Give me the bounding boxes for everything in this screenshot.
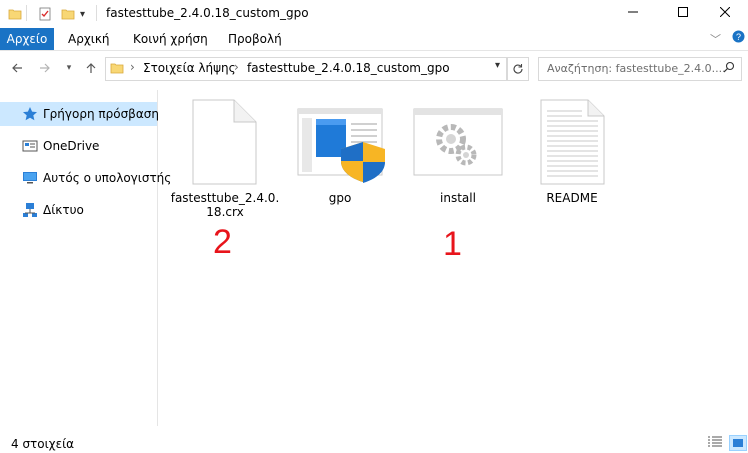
gpo-policy-icon <box>285 97 395 189</box>
onedrive-icon <box>22 138 38 154</box>
quick-access-divider <box>26 5 27 21</box>
sidebar-item-label: Αυτός ο υπολογιστής <box>43 171 172 185</box>
annotation-number-1: 1 <box>443 225 462 263</box>
tab-view[interactable]: Προβολή <box>228 28 282 50</box>
file-name: install <box>440 191 476 205</box>
search-placeholder: Αναζήτηση: fastesttube_2.4.0.... <box>547 62 726 75</box>
refresh-icon <box>513 64 523 74</box>
install-settings-icon <box>403 97 513 189</box>
svg-text:?: ? <box>736 32 741 42</box>
details-view-icon[interactable] <box>707 435 723 449</box>
sidebar-item-this-pc[interactable]: Αυτός ο υπολογιστής <box>0 166 171 190</box>
breadcrumb-chevron-icon[interactable]: › <box>130 60 135 74</box>
up-arrow-icon <box>86 63 96 73</box>
search-input[interactable]: Αναζήτηση: fastesttube_2.4.0.... <box>538 57 742 81</box>
customize-quick-access-icon[interactable]: ▾ <box>80 5 85 23</box>
address-bar[interactable]: › Στοιχεία λήψης › fastesttube_2.4.0.18_… <box>105 57 507 81</box>
up-button[interactable] <box>82 59 100 77</box>
sidebar-item-onedrive[interactable]: OneDrive <box>0 134 157 158</box>
properties-icon[interactable] <box>38 5 52 23</box>
sidebar-item-label: Δίκτυο <box>43 203 84 217</box>
sidebar-item-label: Γρήγορη πρόσβαση <box>43 107 159 121</box>
maximize-button[interactable] <box>660 0 706 24</box>
annotation-number-2: 2 <box>213 223 232 261</box>
item-count: 4 στοιχεία <box>11 437 75 451</box>
search-icon <box>723 61 735 76</box>
close-button[interactable] <box>702 0 748 24</box>
breadcrumb-current-folder[interactable]: fastesttube_2.4.0.18_custom_gpo <box>247 61 450 75</box>
file-name: gpo <box>328 191 352 205</box>
forward-arrow-icon <box>40 63 50 73</box>
folder-icon[interactable] <box>8 5 22 23</box>
computer-icon <box>22 170 38 186</box>
text-file-icon <box>517 97 627 189</box>
address-dropdown-icon[interactable]: ▾ <box>495 60 500 71</box>
forward-button[interactable] <box>36 59 54 77</box>
folder-icon <box>110 61 124 78</box>
sidebar-item-label: OneDrive <box>43 139 100 153</box>
ribbon-tabs: Αρχείο Αρχική Κοινή χρήση Προβολή ﹀ ? <box>0 28 748 51</box>
minimize-icon <box>628 11 638 13</box>
star-icon <box>22 106 38 122</box>
sidebar-item-network[interactable]: Δίκτυο <box>0 198 157 222</box>
back-arrow-icon <box>12 63 22 73</box>
breadcrumb-chevron-icon[interactable]: › <box>234 60 239 74</box>
window-title: fastesttube_2.4.0.18_custom_gpo <box>106 6 309 20</box>
status-bar: 4 στοιχεία <box>0 430 748 453</box>
tab-file[interactable]: Αρχείο <box>0 28 54 50</box>
title-bar: ▾ fastesttube_2.4.0.18_custom_gpo <box>0 0 748 28</box>
close-icon <box>720 7 730 17</box>
navigation-pane: Γρήγορη πρόσβαση OneDrive Αυτός ο υπολογ… <box>0 90 171 426</box>
minimize-button[interactable] <box>610 0 656 24</box>
new-folder-icon[interactable] <box>61 5 75 23</box>
recent-locations-icon[interactable]: ▾ <box>60 59 78 77</box>
maximize-icon <box>678 7 688 17</box>
title-divider <box>96 5 97 21</box>
tab-share[interactable]: Κοινή χρήση <box>133 28 208 50</box>
refresh-button[interactable] <box>507 57 529 81</box>
blank-file-icon <box>170 97 280 189</box>
expand-ribbon-icon[interactable]: ﹀ <box>710 31 721 47</box>
large-icons-view-icon[interactable] <box>729 435 747 451</box>
sidebar-item-quick-access[interactable]: Γρήγορη πρόσβαση <box>0 102 159 126</box>
tab-home[interactable]: Αρχική <box>68 28 110 50</box>
file-name: README <box>546 191 598 205</box>
back-button[interactable] <box>8 59 26 77</box>
breadcrumb-downloads[interactable]: Στοιχεία λήψης <box>143 61 236 75</box>
file-name: fastesttube_2.4.0. 18.crx <box>170 191 280 219</box>
help-icon[interactable]: ? <box>732 30 745 46</box>
network-icon <box>22 202 38 218</box>
